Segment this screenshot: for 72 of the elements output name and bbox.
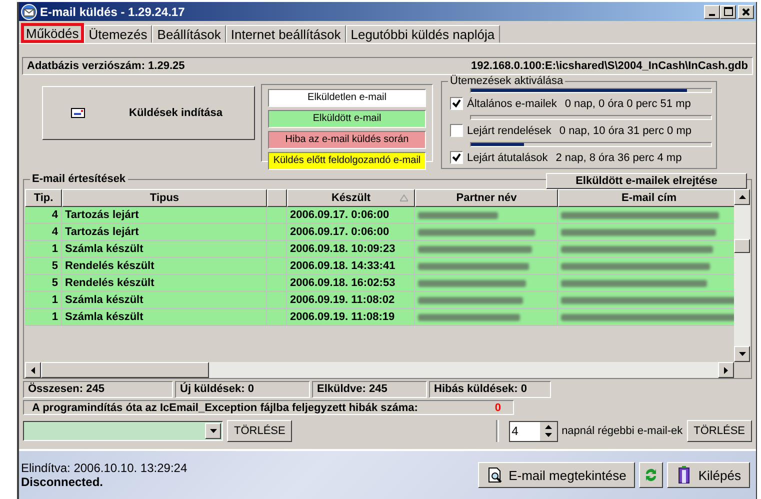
error-count: 0 (494, 401, 502, 414)
legend-item: Hiba az e-mail küldés során (268, 131, 426, 149)
refresh-button[interactable] (639, 462, 664, 488)
tab[interactable]: Ütemezés (84, 25, 152, 43)
column-header[interactable]: Tip. (25, 189, 62, 207)
scrollbar-thumb[interactable] (734, 238, 750, 252)
table-cell: 2006.09.19. 11:08:19 (287, 309, 415, 326)
maximize-button[interactable] (720, 4, 736, 18)
database-version: Adatbázis verziószám: 1.29.25 (27, 60, 185, 72)
up-arrow-icon (738, 195, 746, 199)
left-arrow-icon (31, 366, 35, 374)
group-title: E-mail értesítések (30, 173, 128, 185)
down-arrow-icon (738, 352, 746, 356)
column-header[interactable]: Készült (287, 189, 415, 207)
legend-item: Küldés előtt feldolgozandó e-mail (268, 152, 426, 170)
envelope-icon (21, 4, 37, 20)
column-header[interactable] (267, 189, 287, 207)
schedule-countdown: 0 nap, 0 óra 0 perc 51 mp (564, 98, 691, 110)
start-sending-button[interactable]: Küldések indítása (42, 86, 255, 140)
tab[interactable]: Működés (21, 23, 84, 43)
close-icon (742, 8, 750, 16)
table-cell: 1 (25, 309, 62, 326)
dropdown[interactable] (23, 421, 223, 441)
tab[interactable]: Beállítások (152, 25, 226, 43)
view-email-button[interactable]: E-mail megtekintése (478, 462, 636, 488)
maximize-icon (724, 7, 732, 16)
envelope-icon (71, 108, 85, 118)
clear-old-button[interactable]: TÖRLÉSE (686, 420, 752, 442)
door-icon (676, 466, 692, 484)
column-header[interactable]: Partner név (415, 189, 558, 207)
right-arrow-icon (724, 366, 728, 374)
checkmark-icon (452, 153, 461, 162)
days-label: napnál régebbi e-mail-ek (562, 425, 683, 437)
minimize-icon (709, 14, 715, 16)
tab[interactable]: Internet beállítások (226, 25, 346, 43)
column-header[interactable]: E-mail cím (558, 189, 734, 207)
column-header[interactable]: Tipus (62, 189, 267, 207)
schedule-label: Lejárt átutalások (467, 152, 548, 164)
table-cell (267, 309, 287, 326)
summary-count: Összesen: 245 (23, 381, 173, 398)
tab[interactable]: Legutóbbi küldés naplója (346, 25, 500, 43)
vertical-scrollbar[interactable] (734, 189, 750, 362)
minimize-button[interactable] (704, 4, 720, 18)
schedule-label: Általános e-mailek (467, 98, 557, 110)
legend-item: Elküldött e-mail (268, 110, 426, 128)
checkmark-icon (452, 99, 461, 108)
down-arrow-icon (210, 429, 216, 433)
schedule-countdown: 0 nap, 10 óra 31 perc 0 mp (559, 124, 692, 136)
legend-item: Elküldetlen e-mail (268, 89, 426, 107)
group-title: Ütemezések aktiválása (448, 75, 566, 87)
connection-status: Disconnected. (21, 475, 104, 489)
horizontal-scrollbar[interactable] (25, 362, 734, 378)
exit-button[interactable]: Kilépés (667, 462, 750, 488)
start-time: Elindítva: 2006.10.10. 13:29:24 (21, 461, 188, 475)
schedule-label: Lejárt rendelések (467, 124, 552, 136)
days-spinner[interactable]: 4 (508, 420, 558, 442)
magnifier-document-icon (486, 467, 503, 483)
schedule-countdown: 2 nap, 8 óra 36 perc 4 mp (556, 152, 682, 164)
checkbox[interactable] (450, 124, 463, 137)
summary-count: Hibás küldések: 0 (429, 381, 551, 398)
checkbox[interactable] (450, 97, 463, 110)
database-path: 192.168.0.100:E:\icshared\S\2004_InCash\InCash.gdb (471, 60, 748, 72)
close-button[interactable] (738, 4, 754, 18)
summary-count: Elküldve: 245 (312, 381, 427, 398)
hide-sent-button[interactable]: Elküldött e-mailek elrejtése (546, 173, 747, 189)
clear-button[interactable]: TÖRLÉSE (227, 420, 292, 442)
spin-arrows-icon (544, 425, 553, 437)
summary-count: Új küldések: 0 (175, 381, 310, 398)
error-count-label: A programindítás óta az IcEmail_Exception fájlba feljegyzett hibák száma: (32, 401, 418, 414)
checkbox[interactable] (450, 151, 463, 164)
window-title: E-mail küldés - 1.29.24.17 (40, 4, 186, 18)
table-cell: Számla készült (62, 309, 267, 326)
